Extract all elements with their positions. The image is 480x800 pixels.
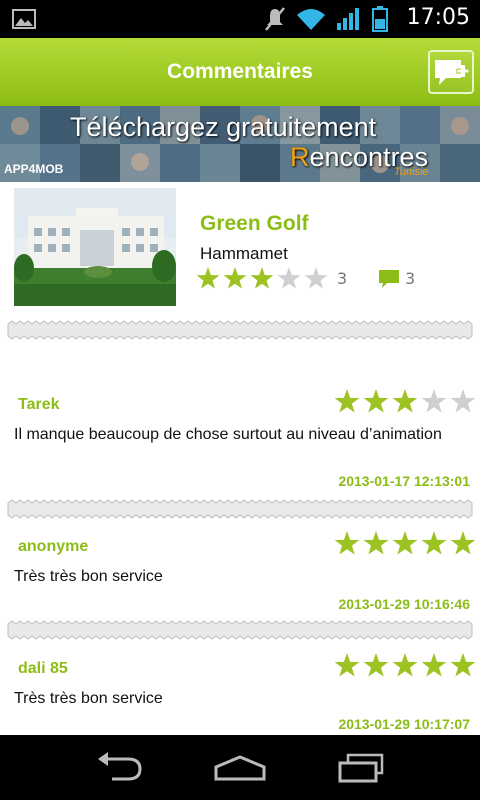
banner-app-initial: R [290,142,310,172]
star-filled-icon [450,653,476,677]
rating-stars-graphic [196,266,328,289]
venue-rating-stars [196,266,328,294]
banner-country: Tunisie [394,166,429,178]
venue-photo [14,188,176,306]
signal-icon [337,8,359,30]
star-filled-icon [334,531,360,555]
rating-stars-graphic [334,389,476,413]
battery-icon [372,6,388,32]
status-bar: 17:05 [0,0,480,38]
venue-name: Green Golf [200,212,309,235]
star-filled-icon [250,266,274,289]
venue-rating-count: 3 [337,269,348,288]
star-filled-icon [450,531,476,555]
divider [0,497,480,521]
comment-text: Très très bon service [14,690,163,707]
venue-comment-count: 3 [405,269,416,288]
divider [0,618,480,642]
rating-stars-graphic [334,653,476,677]
gallery-icon [12,9,36,29]
comment-item: dali 85 Très très bon service 2013-01-29… [0,644,480,736]
star-filled-icon [334,653,360,677]
comment-rating-stars [334,652,476,682]
banner-logo: APP4MOB [4,162,64,176]
status-time: 17:05 [406,5,470,30]
action-bar: Commentaires [0,38,480,106]
comment-author: anonyme [18,538,89,555]
comment-date: 2013-01-29 10:16:46 [338,596,470,612]
wifi-icon [297,9,325,30]
star-filled-icon [196,266,220,289]
star-filled-icon [223,266,247,289]
star-filled-icon [421,531,447,555]
comment-text: Il manque beaucoup de chose surtout au n… [14,426,442,443]
star-empty-icon [450,389,476,413]
divider [0,318,480,342]
star-filled-icon [334,389,360,413]
comment-count-icon [379,270,399,288]
comment-item: Tarek Il manque beaucoup de chose surtou… [0,380,480,490]
navigation-bar [0,735,480,800]
comment-author: Tarek [18,396,60,413]
comment-author: dali 85 [18,660,68,677]
star-filled-icon [363,389,389,413]
star-filled-icon [392,531,418,555]
venue-city: Hammamet [200,244,288,263]
star-filled-icon [363,531,389,555]
add-comment-button[interactable] [428,50,474,94]
venue-header: Green Golf Hammamet 3 3 [0,182,480,318]
star-empty-icon [277,266,301,289]
ad-banner[interactable]: Téléchargez gratuitement Rencontres Tuni… [0,106,480,182]
star-filled-icon [392,389,418,413]
recent-apps-icon[interactable] [334,751,388,785]
banner-headline: Téléchargez gratuitement [70,112,377,142]
add-comment-icon [435,60,470,85]
star-filled-icon [392,653,418,677]
comment-date: 2013-01-29 10:17:07 [338,716,470,732]
comment-date: 2013-01-17 12:13:01 [338,473,470,489]
star-empty-icon [421,389,447,413]
rating-stars-graphic [334,531,476,555]
comment-rating-stars [334,388,476,418]
comment-item: anonyme Très très bon service 2013-01-29… [0,522,480,622]
star-empty-icon [304,266,328,289]
star-filled-icon [421,653,447,677]
comment-rating-stars [334,530,476,560]
comment-text: Très très bon service [14,568,163,585]
mute-icon [265,7,285,31]
home-icon[interactable] [212,751,268,785]
back-icon[interactable] [92,751,146,785]
page-title: Commentaires [167,60,313,83]
star-filled-icon [363,653,389,677]
